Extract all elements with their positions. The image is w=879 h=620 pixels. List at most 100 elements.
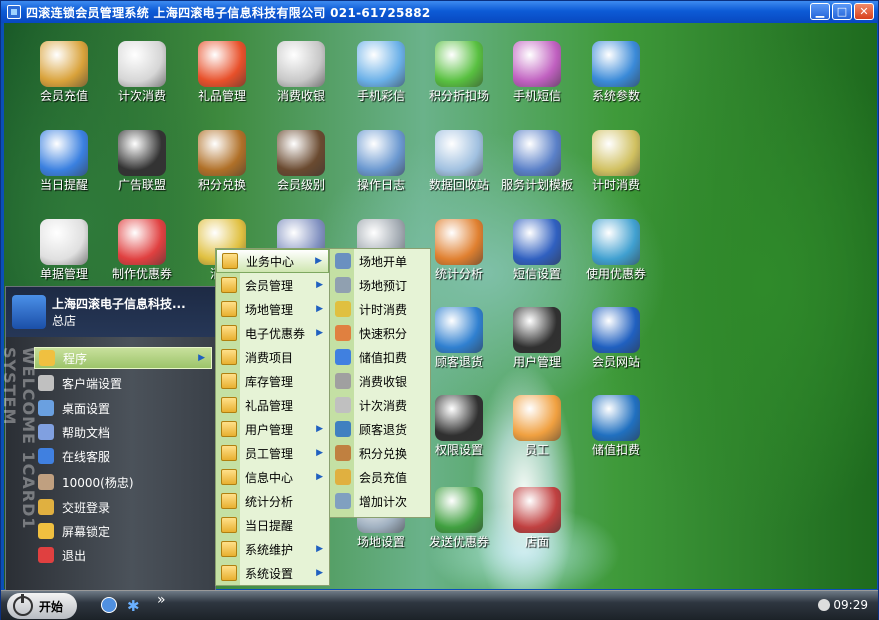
submenu-arrow-icon: ▶	[316, 424, 323, 434]
business-menu-item[interactable]: 计时消费	[330, 297, 430, 321]
folder-icon	[222, 253, 238, 269]
start-menu-item[interactable]: 交班登录	[34, 496, 212, 518]
business-menu-item[interactable]: 积分兑换	[330, 441, 430, 465]
desktop-icon[interactable]: 员工	[497, 395, 577, 457]
start-menu-item[interactable]: 10000(杨忠)	[34, 471, 212, 493]
desktop-icon[interactable]: 会员级别	[261, 130, 341, 192]
folder-icon	[221, 277, 237, 293]
desktop-icon[interactable]: 用户管理	[497, 307, 577, 369]
programs-menu-item[interactable]: 业务中心 ▶	[216, 249, 329, 273]
programs-menu-item[interactable]: 用户管理 ▶	[216, 417, 329, 441]
business-menu-item[interactable]: 场地开单	[330, 249, 430, 273]
desktop-icon-label: 广告联盟	[117, 178, 166, 192]
maximize-button[interactable]: □	[832, 3, 852, 20]
programs-menu-item[interactable]: 电子优惠券 ▶	[216, 321, 329, 345]
business-item-icon	[335, 493, 351, 509]
power-icon	[13, 594, 33, 616]
programs-menu-item[interactable]: 系统维护 ▶	[216, 537, 329, 561]
desktop-icon[interactable]: 顾客退货	[419, 307, 499, 369]
company-logo-icon	[12, 295, 46, 329]
programs-menu-item[interactable]: 当日提醒	[216, 513, 329, 537]
business-menu-label: 增加计次	[359, 494, 408, 509]
desktop-icon[interactable]: 系统参数	[576, 41, 656, 103]
shop-icon	[513, 487, 561, 533]
desktop-icon[interactable]: 礼品管理	[182, 41, 262, 103]
submenu-arrow-icon: ▶	[316, 280, 323, 290]
programs-menu-item[interactable]: 信息中心 ▶	[216, 465, 329, 489]
programs-menu-item[interactable]: 员工管理 ▶	[216, 441, 329, 465]
close-button[interactable]: ✕	[854, 3, 874, 20]
clock-icon	[818, 599, 831, 611]
qq-icon[interactable]	[101, 597, 117, 613]
exit-icon	[38, 547, 54, 563]
folder-icon	[221, 373, 237, 389]
desktop-icon[interactable]: 店面	[497, 487, 577, 549]
business-menu-item[interactable]: 计次消费	[330, 393, 430, 417]
desktop-icon[interactable]: 积分折扣场	[419, 41, 499, 103]
desktop-icon[interactable]: 广告联盟	[102, 130, 182, 192]
business-menu-item[interactable]: 场地预订	[330, 273, 430, 297]
desktop-icon[interactable]: 统计分析	[419, 219, 499, 281]
business-item-icon	[335, 421, 351, 437]
desktop-icon-label: 员工	[524, 443, 549, 457]
programs-menu-item[interactable]: 消费项目	[216, 345, 329, 369]
recycle-bin-icon	[435, 130, 483, 176]
programs-menu-item[interactable]: 系统设置 ▶	[216, 561, 329, 585]
programs-menu-item[interactable]: 场地管理 ▶	[216, 297, 329, 321]
desktop-icon[interactable]: 会员网站	[576, 307, 656, 369]
start-label: 开始	[39, 599, 64, 614]
business-menu-item[interactable]: 顾客退货	[330, 417, 430, 441]
desktop-icon[interactable]: 短信设置	[497, 219, 577, 281]
reminder-icon	[40, 130, 88, 176]
desktop-icon[interactable]: 消费收银	[261, 41, 341, 103]
programs-menu-item[interactable]: 库存管理	[216, 369, 329, 393]
title-bar[interactable]: 四滚连锁会员管理系统 上海四滚电子信息科技有限公司 021-61725882 ▁…	[1, 1, 878, 23]
start-menu-item-label: 退出	[62, 548, 87, 563]
desktop-icon[interactable]: 数据回收站	[419, 130, 499, 192]
submenu-arrow-icon: ▶	[316, 448, 323, 458]
desktop-icon[interactable]: 使用优惠券	[576, 219, 656, 281]
start-menu-item[interactable]: 在线客服	[34, 445, 212, 467]
desktop-icon[interactable]: 制作优惠券	[102, 219, 182, 281]
desktop-icon[interactable]: 手机短信	[497, 41, 577, 103]
start-menu-item[interactable]: 程序 ▶	[34, 347, 212, 369]
desktop-icon-label: 用户管理	[512, 355, 561, 369]
business-menu-item[interactable]: 快速积分	[330, 321, 430, 345]
business-menu-item[interactable]: 增加计次	[330, 489, 430, 513]
desktop-icon[interactable]: 积分兑换	[182, 130, 262, 192]
business-menu-item[interactable]: 会员充值	[330, 465, 430, 489]
cash-register-icon	[277, 41, 325, 87]
start-menu-item-label: 10000(杨忠)	[62, 475, 134, 490]
desktop-icon[interactable]: 计次消费	[102, 41, 182, 103]
desktop-icon[interactable]: 会员充值	[24, 41, 104, 103]
desktop-icon[interactable]: 操作日志	[341, 130, 421, 192]
coupon-make-icon	[118, 219, 166, 265]
desktop-icon[interactable]: 计时消费	[576, 130, 656, 192]
programs-menu-item[interactable]: 礼品管理	[216, 393, 329, 417]
help-icon	[38, 424, 54, 440]
more-chevron-icon[interactable]: »	[157, 592, 166, 608]
start-button[interactable]: 开始	[7, 593, 77, 619]
desktop-icon[interactable]: 服务计划模板	[497, 130, 577, 192]
desktop-icon[interactable]: 单据管理	[24, 219, 104, 281]
programs-menu-label: 电子优惠券	[245, 326, 306, 341]
desktop-icon[interactable]: 发送优惠券	[419, 487, 499, 549]
desktop-icon[interactable]: 储值扣费	[576, 395, 656, 457]
start-menu-item[interactable]: 客户端设置	[34, 372, 212, 394]
desktop-icon[interactable]: 手机彩信	[341, 41, 421, 103]
desktop-icon[interactable]: 当日提醒	[24, 130, 104, 192]
desktop-icon[interactable]: 权限设置	[419, 395, 499, 457]
start-menu-item[interactable]: 帮助文档	[34, 421, 212, 443]
business-item-icon	[335, 445, 351, 461]
app-icon[interactable]: ✱	[127, 597, 140, 615]
business-menu-item[interactable]: 储值扣费	[330, 345, 430, 369]
programs-menu-item[interactable]: 统计分析	[216, 489, 329, 513]
programs-menu-label: 系统维护	[245, 542, 294, 557]
minimize-button[interactable]: ▁	[810, 3, 830, 20]
business-menu-item[interactable]: 消费收银	[330, 369, 430, 393]
start-menu-item[interactable]: 桌面设置	[34, 397, 212, 419]
start-menu-item[interactable]: 屏幕锁定	[34, 520, 212, 542]
start-menu-item[interactable]: 退出	[34, 544, 212, 566]
programs-menu-item[interactable]: 会员管理 ▶	[216, 273, 329, 297]
business-menu-label: 消费收银	[359, 374, 408, 389]
